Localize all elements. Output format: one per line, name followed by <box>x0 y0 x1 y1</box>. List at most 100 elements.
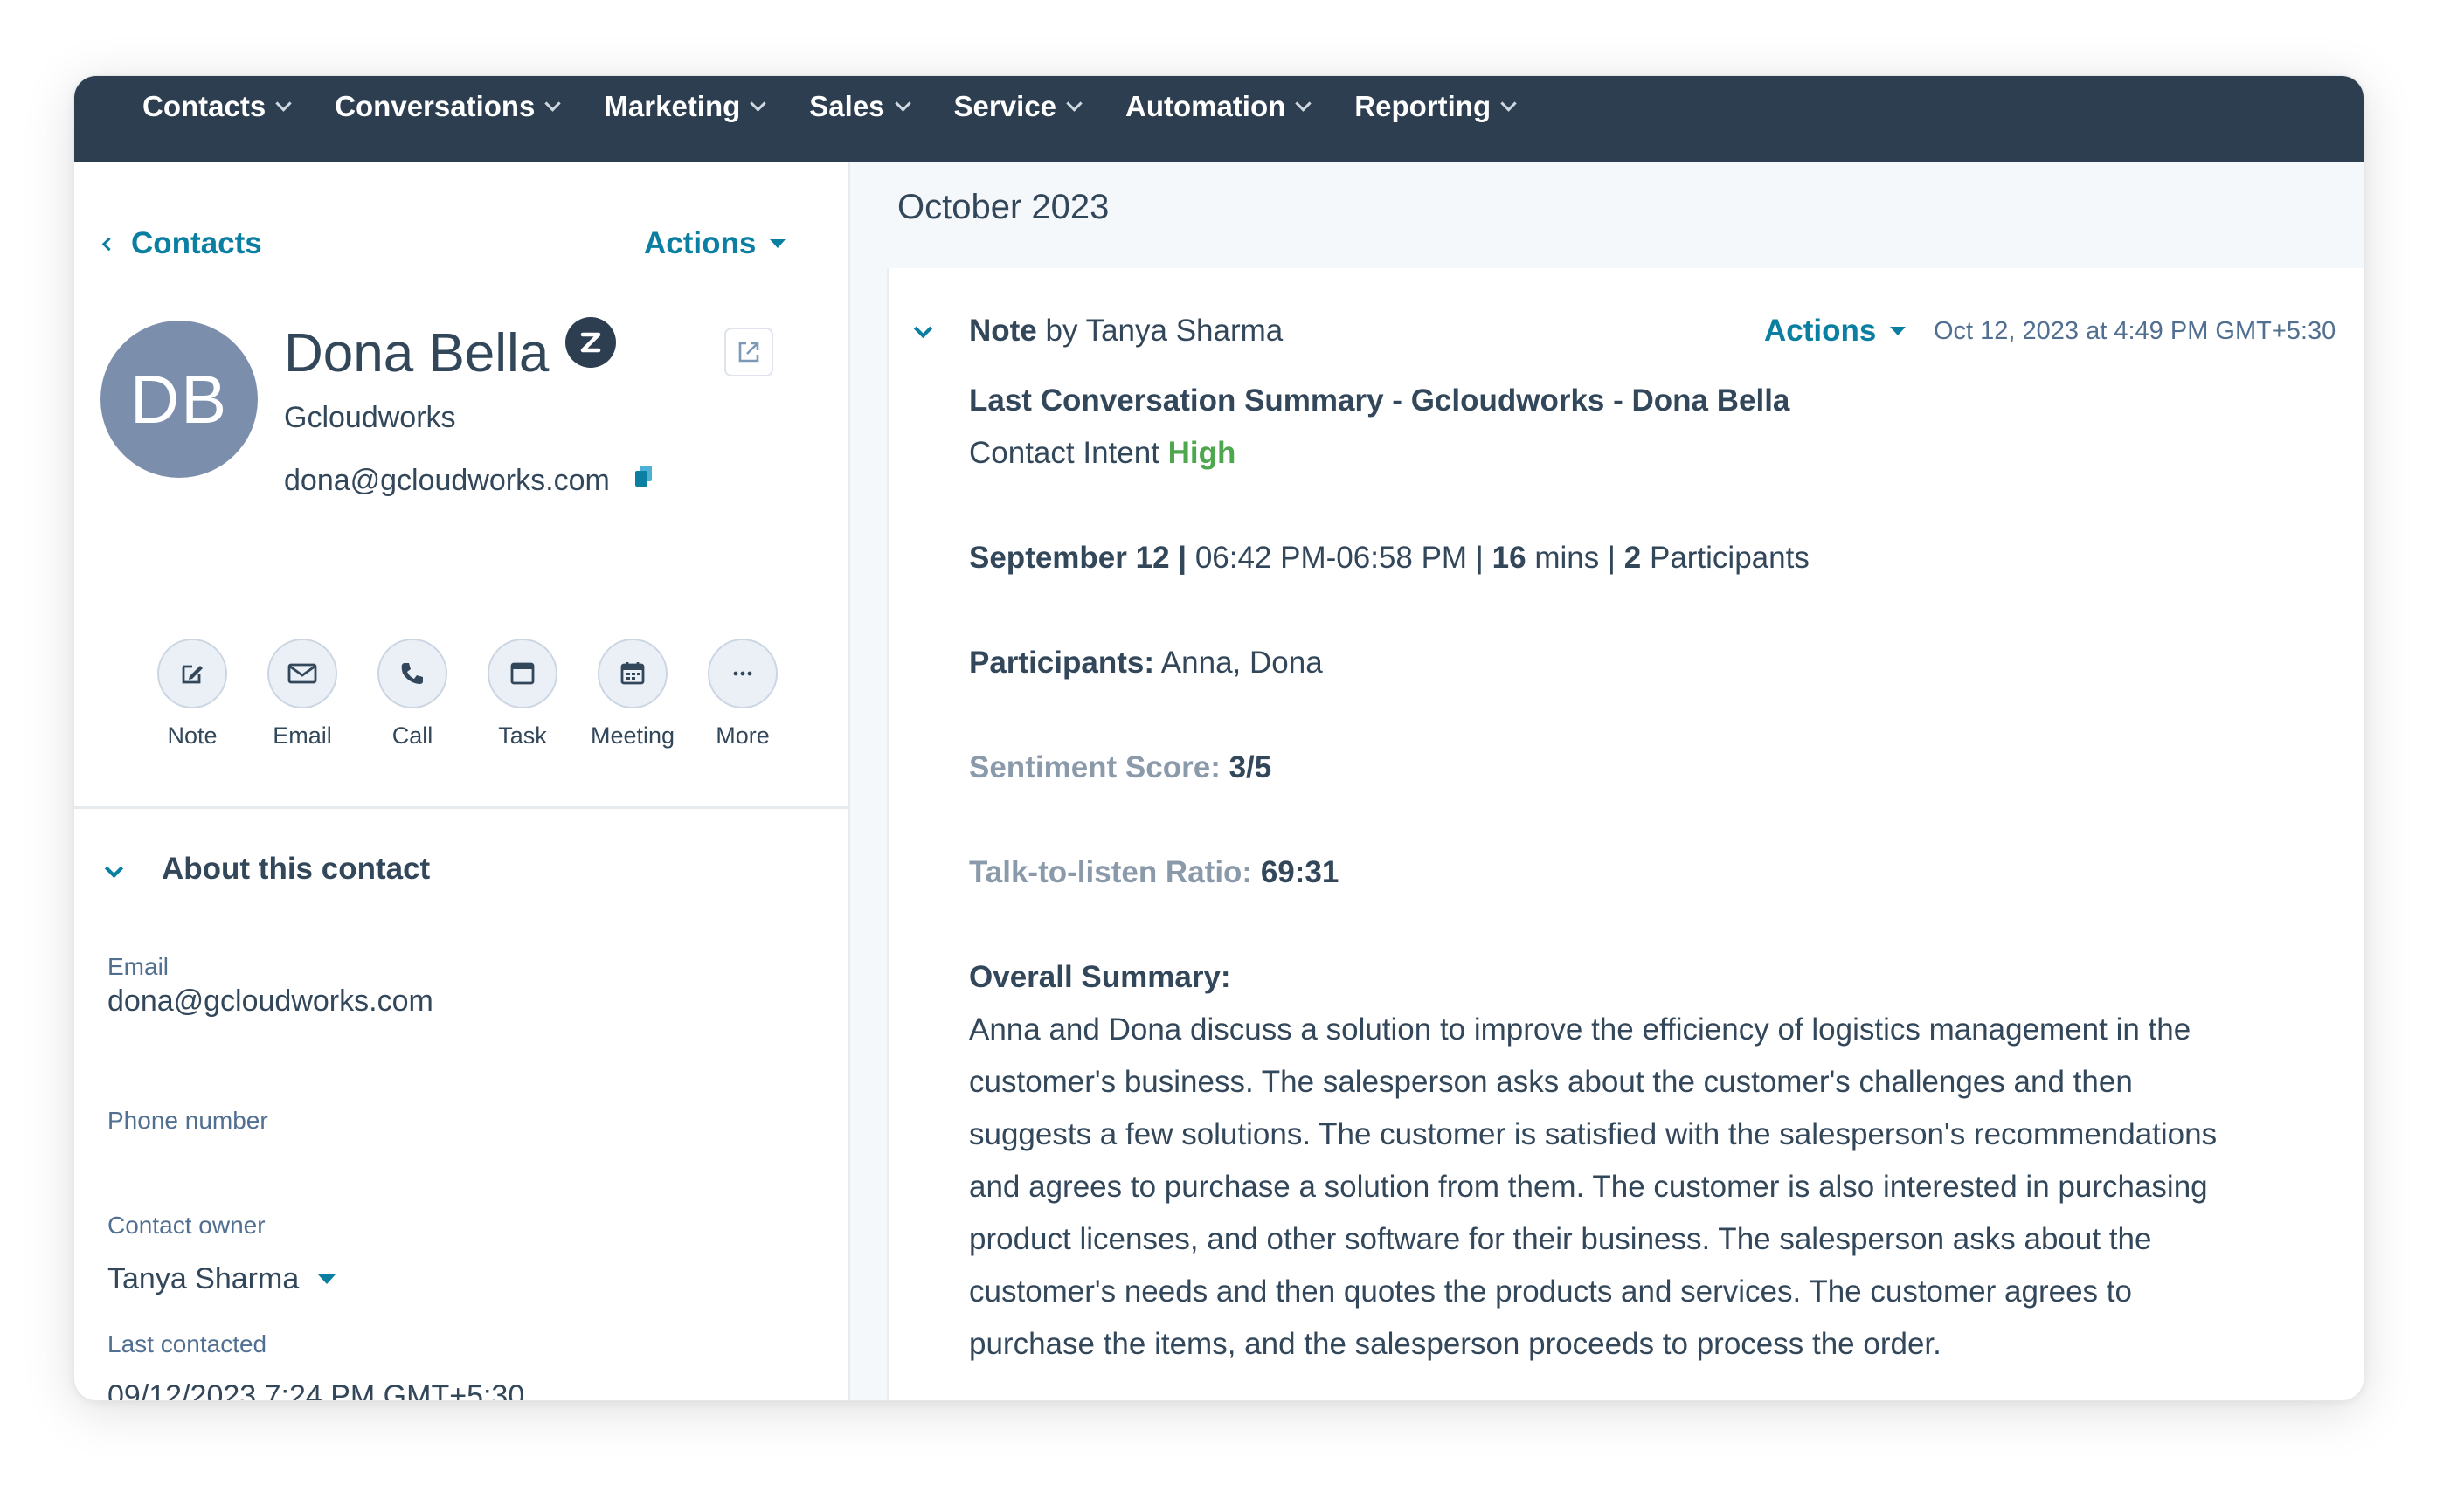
copy-icon[interactable] <box>633 464 655 498</box>
nav-contacts[interactable]: Contacts <box>142 90 292 123</box>
quick-action-note[interactable]: Note <box>137 639 247 750</box>
meeting-duration-unit: mins | <box>1534 541 1616 575</box>
email-field-label: Email <box>107 953 170 980</box>
sentiment-line: Sentiment Score: 3/5 <box>969 742 2332 794</box>
contact-email-header: dona@gcloudworks.com <box>284 464 655 498</box>
quick-action-label: Meeting <box>590 722 675 749</box>
note-timestamp: Oct 12, 2023 at 4:49 PM GMT+5:30 <box>1934 317 2336 345</box>
contact-sidebar: Contacts Actions DB Dona Bella Gcloudwor… <box>74 162 850 1401</box>
nav-service[interactable]: Service <box>953 90 1083 123</box>
chevron-down-icon <box>894 94 911 112</box>
phone-field-label: Phone number <box>107 1107 268 1134</box>
summary-line: purchase the items, and the salesperson … <box>969 1327 1941 1361</box>
meeting-details: September 12 | 06:42 PM-06:58 PM | 16 mi… <box>969 532 2332 584</box>
avatar-initials: DB <box>129 360 229 438</box>
quick-action-email[interactable]: Email <box>247 639 357 750</box>
quick-actions: Note Email Call Task Meeting More <box>137 639 798 750</box>
nav-label: Automation <box>1125 90 1286 122</box>
nav-sales[interactable]: Sales <box>809 90 911 123</box>
note-type: Note <box>969 314 1037 348</box>
nav-reporting[interactable]: Reporting <box>1354 90 1517 123</box>
meeting-duration: 16 <box>1492 541 1526 575</box>
z-logo-icon <box>580 332 601 353</box>
open-external-button[interactable] <box>724 328 773 376</box>
note-actions-dropdown[interactable]: Actions <box>1764 314 1907 349</box>
summary-text: Anna and Dona discuss a solution to impr… <box>969 1004 2332 1371</box>
nav-label: Reporting <box>1354 90 1492 122</box>
owner-value: Tanya Sharma <box>107 1262 300 1295</box>
quick-action-meeting[interactable]: Meeting <box>578 639 688 750</box>
chevron-down-icon <box>1295 94 1312 112</box>
email-field-value[interactable]: dona@gcloudworks.com <box>107 984 433 1019</box>
chevron-down-icon <box>1500 94 1517 112</box>
chevron-left-icon <box>101 237 116 251</box>
contact-email[interactable]: dona@gcloudworks.com <box>284 464 610 498</box>
note-header: Note by Tanya Sharma <box>969 314 1283 349</box>
participants-label: Participants: <box>969 646 1154 680</box>
contact-intent: Contact Intent High <box>969 427 2332 480</box>
note-title: Last Conversation Summary - Gcloudworks … <box>969 375 2332 427</box>
integration-badge-icon <box>565 317 616 368</box>
chevron-down-icon <box>1066 94 1083 112</box>
summary-label: Overall Summary: <box>969 960 1231 994</box>
quick-action-label: Task <box>498 722 547 749</box>
calendar-icon <box>598 639 668 708</box>
back-to-contacts-link[interactable]: Contacts <box>101 226 262 261</box>
nav-label: Marketing <box>604 90 741 122</box>
quick-action-label: Call <box>391 722 433 749</box>
last-contacted-value: 09/12/2023 7:24 PM GMT+5:30 <box>107 1379 525 1401</box>
summary-line: suggests a few solutions. The customer i… <box>969 1117 2218 1151</box>
chevron-down-icon <box>275 94 292 112</box>
ratio-value: 69:31 <box>1260 855 1339 889</box>
back-link-label: Contacts <box>131 226 262 260</box>
top-navigation: Contacts Conversations Marketing Sales S… <box>74 76 2364 162</box>
meeting-date: September 12 | <box>969 541 1187 575</box>
note-icon <box>157 639 227 708</box>
quick-action-task[interactable]: Task <box>467 639 578 750</box>
quick-action-label: Note <box>167 722 218 749</box>
participant-unit: Participants <box>1649 541 1810 575</box>
activity-timeline: October 2023 Note by Tanya Sharma Action… <box>850 162 2364 1400</box>
actions-label: Actions <box>644 226 757 260</box>
quick-action-call[interactable]: Call <box>357 639 467 750</box>
contact-actions-dropdown[interactable]: Actions <box>644 226 786 261</box>
section-divider <box>74 806 848 809</box>
note-card: Note by Tanya Sharma Actions Oct 12, 202… <box>887 268 2364 1400</box>
quick-action-label: More <box>716 722 770 749</box>
participants-value: Anna, Dona <box>1160 646 1323 680</box>
more-icon <box>708 639 778 708</box>
summary-heading: Overall Summary: <box>969 951 2332 1004</box>
nav-label: Service <box>953 90 1056 122</box>
app-window: Contacts Conversations Marketing Sales S… <box>73 75 2364 1401</box>
summary-line: and agrees to purchase a solution from t… <box>969 1170 2208 1204</box>
last-contacted-label: Last contacted <box>107 1330 267 1357</box>
summary-line: Anna and Dona discuss a solution to impr… <box>969 1012 2191 1047</box>
summary-line: customer's needs and then quotes the pro… <box>969 1274 2132 1309</box>
quick-action-more[interactable]: More <box>688 639 798 750</box>
participants-line: Participants: Anna, Dona <box>969 637 2332 689</box>
intent-label: Contact Intent <box>969 436 1159 470</box>
actions-label: Actions <box>1764 314 1877 348</box>
owner-field-dropdown[interactable]: Tanya Sharma <box>107 1262 336 1296</box>
email-icon <box>267 639 337 708</box>
meeting-time: 06:42 PM-06:58 PM | <box>1194 541 1484 575</box>
chevron-down-icon[interactable] <box>913 319 933 339</box>
task-icon <box>488 639 557 708</box>
nav-automation[interactable]: Automation <box>1125 90 1312 123</box>
note-author: by Tanya Sharma <box>1045 314 1284 348</box>
caret-down-icon <box>770 239 786 248</box>
quick-action-label: Email <box>273 722 332 749</box>
note-title-text: Last Conversation Summary - Gcloudworks … <box>969 383 1790 418</box>
nav-label: Sales <box>809 90 885 122</box>
about-section-toggle[interactable]: About this contact <box>162 852 430 887</box>
nav-conversations[interactable]: Conversations <box>335 90 562 123</box>
chevron-down-icon[interactable] <box>104 859 124 879</box>
participant-count: 2 <box>1623 541 1642 575</box>
owner-field-label: Contact owner <box>107 1212 266 1239</box>
nav-label: Conversations <box>335 90 536 122</box>
avatar: DB <box>100 321 258 478</box>
sentiment-value: 3/5 <box>1229 750 1272 784</box>
external-link-icon <box>738 342 759 363</box>
nav-marketing[interactable]: Marketing <box>604 90 766 123</box>
summary-line: product licenses, and other software for… <box>969 1222 2152 1256</box>
